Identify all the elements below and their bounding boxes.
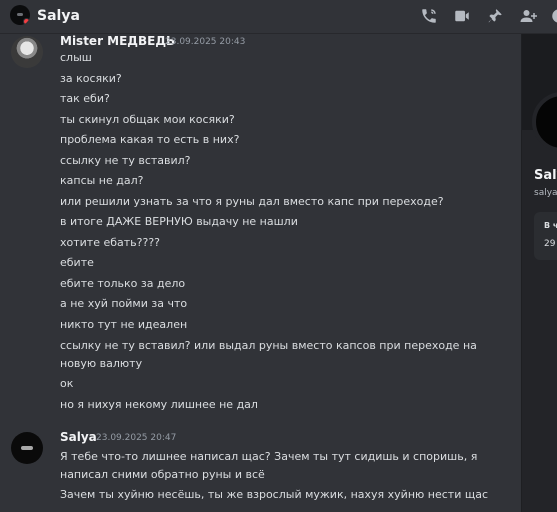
profile-info-card: В ч 29 [534, 212, 557, 260]
profile-display-name: Salya [534, 168, 557, 183]
video-icon[interactable] [452, 6, 472, 26]
profile-card-label: В ч [544, 221, 557, 230]
message-line: ты скинул общак мои косяки? [60, 113, 235, 126]
message-timestamp: 23.09.2025 20:43 [165, 37, 246, 47]
author-avatar[interactable] [11, 36, 43, 68]
status-dnd-indicator [23, 18, 30, 25]
message-line: ебите [60, 256, 94, 269]
profile-card-value: 29 [544, 239, 556, 249]
author-name[interactable]: Mister МЕДВЕДЬ [60, 34, 175, 48]
message-line: хотите ебать???? [60, 236, 161, 249]
profile-username: salya [534, 188, 557, 198]
message-line: слыш [60, 51, 92, 64]
message-line: так еби? [60, 92, 110, 105]
profile-icon[interactable] [549, 6, 557, 26]
pin-icon[interactable] [485, 6, 505, 26]
author-avatar[interactable] [11, 432, 43, 464]
message-line: никто тут не идеален [60, 318, 188, 331]
header-title[interactable]: Salya [37, 8, 80, 24]
message-line: ок [60, 377, 74, 390]
message-line: ебите только за дело [60, 277, 186, 290]
user-profile-panel: Salya salya В ч 29 [521, 34, 557, 512]
header-avatar[interactable] [10, 5, 30, 25]
message-line: проблема какая то есть в них? [60, 133, 240, 146]
message-timestamp: 23.09.2025 20:47 [96, 433, 177, 443]
call-icon[interactable] [419, 6, 439, 26]
message-line: Я тебе что-то лишнее написал щас? Зачем … [60, 450, 478, 463]
message-line: написал сними обратно руны и всё [60, 468, 265, 481]
message-line: Зачем ты хуйню несёшь, ты же взрослый му… [60, 488, 488, 501]
message-line: новую валюту [60, 357, 143, 370]
message-line: ссылку не ту вставил? или выдал руны вме… [60, 339, 477, 352]
message-line: капсы не дал? [60, 174, 144, 187]
message-line: но я нихуя некому лишнее не дал [60, 398, 258, 411]
message-list[interactable]: Mister МЕДВЕДЬ 23.09.2025 20:43 слыш за … [0, 34, 520, 512]
message-line: или решили узнать за что я руны дал вмес… [60, 195, 444, 208]
message-line: за косяки? [60, 72, 122, 85]
message-line: в итоге ДАЖЕ ВЕРНУЮ выдачу не нашли [60, 215, 298, 228]
channel-header: Salya [0, 0, 557, 34]
message-line: а не хуй пойми за что [60, 297, 188, 310]
add-friend-icon[interactable] [518, 6, 538, 26]
message-line: ссылку не ту вставил? [60, 154, 191, 167]
author-name[interactable]: Salya [60, 430, 97, 444]
